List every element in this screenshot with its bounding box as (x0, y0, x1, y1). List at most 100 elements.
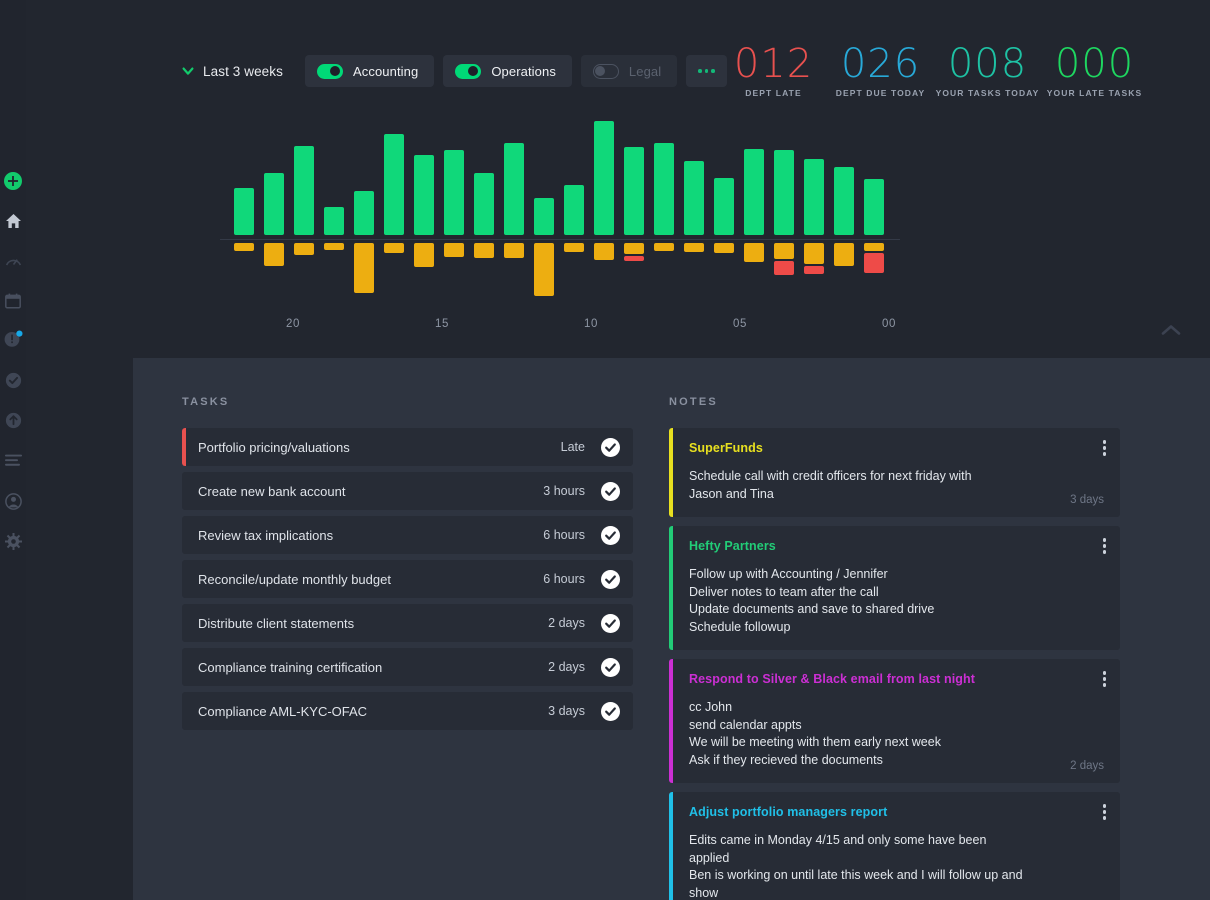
chart-bar-late (774, 261, 794, 275)
add-icon[interactable] (0, 168, 26, 194)
note-body: cc John send calendar appts We will be m… (689, 700, 941, 767)
task-complete-check-icon[interactable] (601, 569, 620, 589)
chart-bar-due (594, 243, 614, 260)
chart-bar-positive (834, 167, 854, 235)
calendar-icon[interactable] (0, 288, 26, 314)
chart-baseline (220, 239, 900, 240)
chart-bar (594, 121, 614, 315)
task-row[interactable]: Compliance AML-KYC-OFAC 3 days (182, 692, 633, 730)
task-complete-check-icon[interactable] (601, 613, 620, 633)
chart-bar-positive (534, 198, 554, 235)
ellipsis-icon (698, 69, 715, 73)
task-due: Late (560, 440, 585, 454)
x-axis-tick: 15 (435, 318, 449, 330)
chart-bar-positive (504, 143, 524, 235)
date-range-label: Last 3 weeks (203, 63, 283, 79)
filter-pill-operations[interactable]: Operations (443, 55, 572, 87)
chart-bar (744, 130, 764, 315)
activity-bar-chart (220, 121, 900, 315)
task-name: Compliance training certification (198, 659, 383, 675)
chart-bar-positive (294, 146, 314, 235)
task-complete-check-icon[interactable] (601, 437, 620, 457)
note-title: Respond to Silver & Black email from las… (689, 672, 976, 686)
chart-bar-due (864, 243, 884, 251)
task-complete-check-icon[interactable] (601, 701, 620, 721)
gear-icon[interactable] (0, 528, 26, 554)
chart-bar-due (804, 243, 824, 264)
chart-bar-positive (234, 188, 254, 235)
lower-panel: TASKS Portfolio pricing/valuations Late Cr… (133, 358, 1210, 900)
note-menu-kebab-icon[interactable] (1102, 804, 1106, 820)
toggle-accounting[interactable] (317, 63, 343, 79)
note-menu-kebab-icon[interactable] (1102, 671, 1106, 687)
kpi-value: 012 (733, 41, 814, 87)
alert-icon[interactable] (0, 326, 26, 352)
kpi-value: 000 (1054, 41, 1135, 87)
chart-bar-positive (324, 207, 344, 235)
chart-bar (534, 130, 554, 315)
task-name: Compliance AML-KYC-OFAC (198, 703, 368, 719)
chart-bar (804, 130, 824, 315)
toggle-operations[interactable] (455, 63, 482, 79)
task-name: Reconcile/update monthly budget (198, 571, 391, 587)
check-circle-icon[interactable] (0, 367, 26, 393)
kpi-value: 026 (840, 41, 921, 87)
chart-bar (444, 130, 464, 315)
chevron-down-icon (181, 64, 195, 78)
user-icon[interactable] (0, 488, 26, 514)
date-range-picker[interactable]: Last 3 weeks (181, 64, 305, 79)
note-accent (669, 526, 673, 650)
chart-bar-due (234, 243, 254, 251)
chart-bar-due (684, 243, 704, 252)
chart-bar (714, 130, 734, 315)
note-menu-kebab-icon[interactable] (1102, 538, 1106, 554)
note-card[interactable]: SuperFunds Schedule call with credit offi… (669, 428, 1120, 517)
chart-bar (294, 130, 314, 315)
note-card[interactable]: Adjust portfolio managers report Edits ca… (669, 792, 1120, 900)
chart-bar-due (774, 243, 794, 259)
tasks-list: Portfolio pricing/valuations Late Create n… (182, 428, 633, 730)
task-row[interactable]: Portfolio pricing/valuations Late (182, 428, 633, 466)
chart-bar-late (804, 266, 824, 274)
task-complete-check-icon[interactable] (601, 525, 620, 545)
gauge-icon[interactable] (0, 248, 26, 274)
filter-pill-legal[interactable]: Legal (580, 55, 678, 87)
note-card[interactable]: Respond to Silver & Black email from las… (669, 659, 1120, 783)
chart-bar-due (834, 243, 854, 266)
toggle-legal[interactable] (592, 63, 619, 79)
chart-bar-due (444, 243, 464, 257)
chart-bar-due (414, 243, 434, 267)
chart-bar-positive (264, 173, 284, 235)
chart-bar-due (714, 243, 734, 253)
task-complete-check-icon[interactable] (601, 657, 620, 677)
task-due: 6 hours (543, 572, 585, 586)
chart-section: Last 3 weeks Accounting Operations Legal… (26, 0, 1210, 358)
chart-bar (654, 130, 674, 315)
chart-bar-due (504, 243, 524, 258)
chart-bar-due (534, 243, 554, 296)
list-icon[interactable] (0, 447, 26, 473)
collapse-chevron-icon[interactable] (1156, 318, 1186, 342)
filter-label-operations: Operations (491, 63, 556, 79)
home-icon[interactable] (0, 208, 26, 234)
chart-bar-positive (804, 159, 824, 235)
task-row[interactable]: Distribute client statements 2 days (182, 604, 633, 642)
kpi-caption: YOUR LATE TASKS (1046, 88, 1143, 98)
note-age: 2 days (1070, 760, 1104, 772)
chart-bar (684, 130, 704, 315)
upload-icon[interactable] (0, 407, 26, 433)
task-complete-check-icon[interactable] (601, 481, 620, 501)
chart-bar-positive (354, 191, 374, 235)
task-row[interactable]: Create new bank account 3 hours (182, 472, 633, 510)
note-accent (669, 792, 673, 900)
chart-bar (474, 130, 494, 315)
chart-bar-positive (564, 185, 584, 235)
task-row[interactable]: Compliance training certification 2 days (182, 648, 633, 686)
tasks-column: TASKS Portfolio pricing/valuations Late Cr… (182, 396, 633, 736)
filter-pill-accounting[interactable]: Accounting (305, 55, 435, 87)
task-row[interactable]: Reconcile/update monthly budget 6 hours (182, 560, 633, 598)
note-card[interactable]: Hefty Partners Follow up with Accounting … (669, 526, 1120, 650)
note-menu-kebab-icon[interactable] (1102, 440, 1106, 456)
note-body: Edits came in Monday 4/15 and only some … (689, 833, 1023, 900)
task-row[interactable]: Review tax implications 6 hours (182, 516, 633, 554)
